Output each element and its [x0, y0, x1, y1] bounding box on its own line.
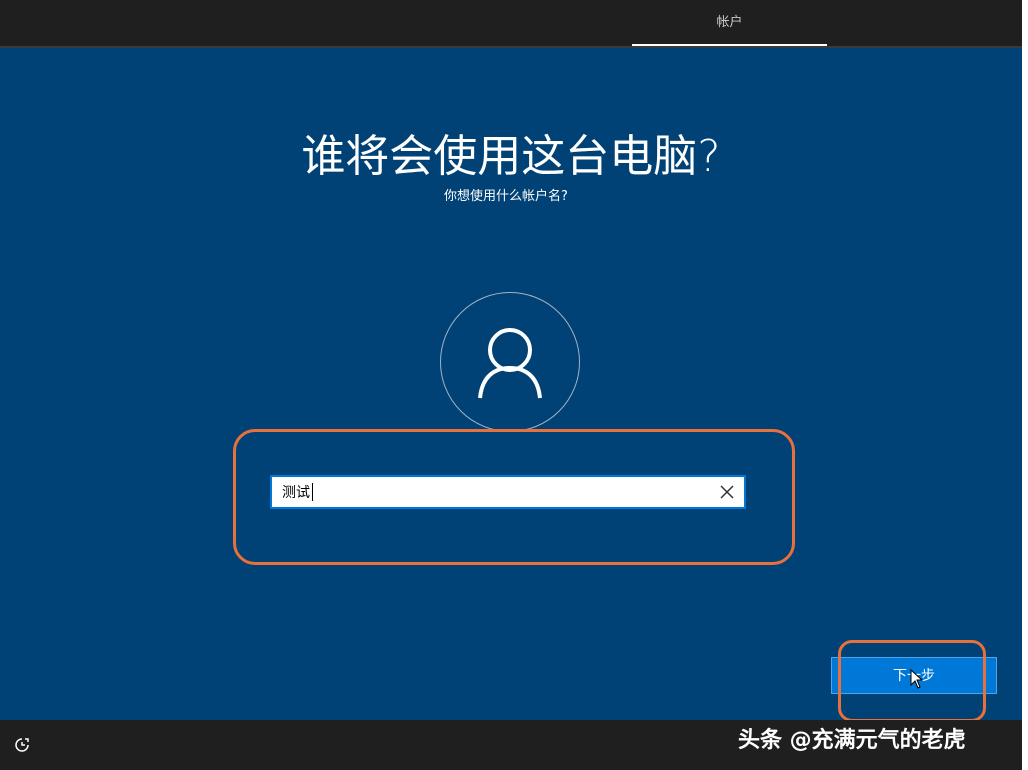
clear-button[interactable] — [716, 481, 738, 503]
page-subtitle: 你想使用什么帐户名? — [444, 189, 568, 204]
window-edge — [1022, 0, 1028, 770]
main-panel: 谁将会使用这台电脑? 你想使用什么帐户名? 下一步 — [0, 48, 1022, 722]
account-name-field[interactable] — [270, 475, 746, 509]
accessibility-icon[interactable] — [14, 737, 30, 753]
oobe-screen: 帐户 谁将会使用这台电脑? 你想使用什么帐户名? 下一步 — [0, 0, 1028, 770]
watermark-text: 头条 @充满元气的老虎 — [738, 728, 966, 753]
bottom-bar: 头条 @充满元气的老虎 — [0, 720, 1022, 768]
close-icon — [720, 485, 734, 499]
text-caret — [312, 483, 313, 501]
top-bar: 帐户 — [0, 0, 1022, 48]
tab-account[interactable]: 帐户 — [632, 0, 827, 46]
avatar — [440, 292, 580, 432]
user-icon — [478, 328, 542, 399]
account-name-input[interactable] — [272, 477, 722, 507]
page-title: 谁将会使用这台电脑? — [301, 131, 721, 182]
mouse-pointer-icon — [910, 669, 924, 689]
